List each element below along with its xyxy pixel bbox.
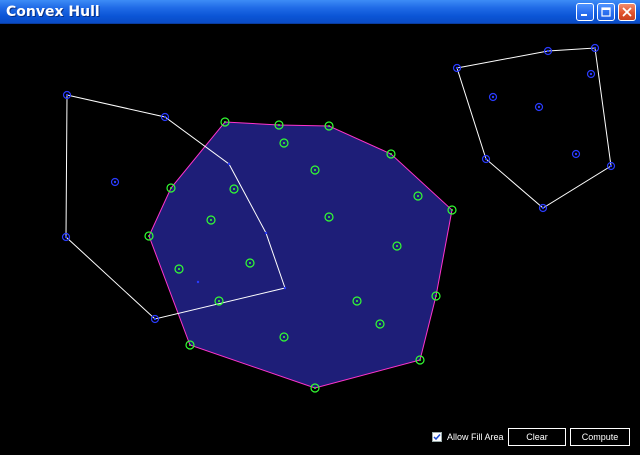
maximize-button[interactable] [597, 3, 615, 21]
allow-fill-area-checkbox[interactable] [432, 432, 442, 442]
window-title: Convex Hull [6, 4, 100, 20]
close-button[interactable] [618, 3, 636, 21]
compute-button[interactable]: Compute [570, 428, 630, 446]
minimize-icon [581, 14, 587, 16]
drawing-canvas[interactable] [0, 24, 640, 455]
close-icon [622, 7, 632, 17]
clear-button[interactable]: Clear [508, 428, 566, 446]
minimize-button[interactable] [576, 3, 594, 21]
bottom-controls: Allow Fill Area Clear Compute [0, 428, 640, 448]
hull-polygon [148, 121, 453, 389]
maximize-icon [601, 7, 611, 17]
title-bar[interactable]: Convex Hull [0, 0, 640, 24]
app-window: Convex Hull Allow Fill Area Clear Comput… [0, 0, 640, 455]
checkmark-icon [433, 434, 441, 441]
allow-fill-area-label: Allow Fill Area [447, 432, 504, 442]
